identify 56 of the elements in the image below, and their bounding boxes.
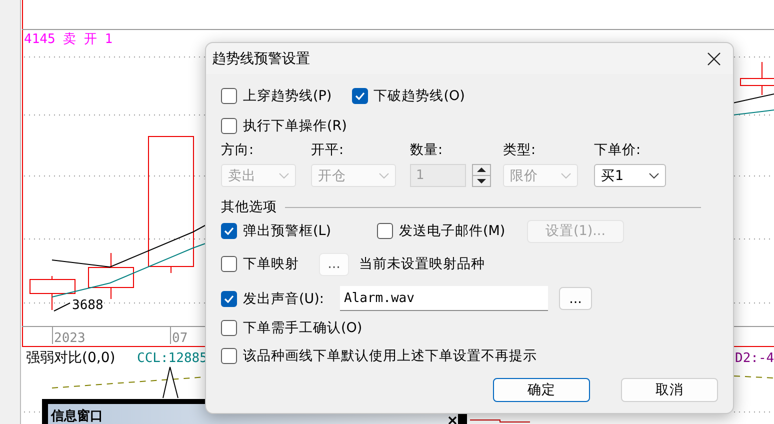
spin-buttons[interactable]	[472, 164, 491, 187]
order-label: 4145 卖 开 1	[24, 32, 113, 47]
no-prompt-checkbox[interactable]: 该品种画线下单默认使用上述下单设置不再提示	[221, 347, 537, 365]
field-label: 数量:	[410, 141, 443, 159]
dialog-title: 趋势线预警设置	[212, 50, 310, 68]
field-label: 方向:	[221, 141, 254, 159]
indicator-name: 强弱对比(0,0)	[26, 350, 116, 366]
sound-file-field[interactable]: Alarm.wav	[340, 286, 548, 311]
candlestick	[88, 252, 134, 300]
trend-checkbox[interactable]: 上穿趋势线(P)	[221, 87, 332, 105]
moving-average-line	[732, 110, 774, 116]
low-price-label: 3688	[72, 298, 104, 313]
checkbox[interactable]	[221, 118, 237, 134]
check-icon	[224, 227, 234, 235]
axis-label: 07	[172, 331, 188, 346]
moving-average-line	[732, 94, 774, 104]
send-email-checkbox[interactable]: 发送电子邮件(M)	[377, 222, 506, 240]
checkbox[interactable]	[221, 290, 237, 306]
axis-label: 2023	[54, 331, 86, 346]
close-icon[interactable]	[448, 416, 457, 424]
manual-confirm-checkbox[interactable]: 下单需手工确认(O)	[221, 319, 362, 337]
checkbox[interactable]	[377, 223, 393, 239]
mapping-status: 当前未设置映射品种	[359, 255, 485, 273]
checkbox[interactable]	[221, 320, 237, 336]
execute-order-checkbox[interactable]: 执行下单操作(R)	[221, 117, 347, 135]
caret-icon	[561, 172, 571, 178]
dropdown[interactable]: 买1	[594, 164, 666, 187]
field-label: 下单价:	[594, 141, 641, 159]
indicator-value: CCL:12885	[137, 351, 208, 366]
caret-icon	[279, 172, 289, 178]
check-icon	[354, 92, 365, 100]
indicator-spike	[162, 366, 178, 398]
trend-checkbox[interactable]: 下破趋势线(O)	[352, 87, 465, 105]
field-label: 类型:	[503, 141, 536, 159]
caret-icon	[379, 172, 389, 178]
leader-line	[54, 302, 70, 312]
checkbox[interactable]	[221, 348, 237, 364]
play-sound-checkbox[interactable]: 发出声音(U):	[221, 290, 324, 308]
close-icon[interactable]	[707, 52, 721, 66]
cancel-button[interactable]: 取消	[621, 378, 718, 402]
checkbox[interactable]	[352, 88, 368, 104]
browse-button[interactable]: ...	[559, 287, 592, 310]
checkbox[interactable]	[221, 88, 237, 104]
order-mapping-checkbox[interactable]: 下单映射	[221, 255, 299, 273]
ok-button[interactable]: 确定	[493, 378, 590, 402]
indicator-value: D2:-4	[735, 351, 774, 366]
checkbox[interactable]	[221, 223, 237, 239]
indicator-line	[470, 420, 530, 422]
section-heading: 其他选项	[221, 198, 277, 216]
checkbox[interactable]	[221, 256, 237, 272]
field-label: 开平:	[311, 141, 344, 159]
mapping-button[interactable]: ...	[319, 252, 349, 276]
info-window-title: 信息窗口	[51, 409, 103, 424]
check-icon	[224, 294, 234, 302]
popup-alert-checkbox[interactable]: 弹出预警框(L)	[221, 222, 332, 240]
caret-icon	[649, 172, 659, 178]
